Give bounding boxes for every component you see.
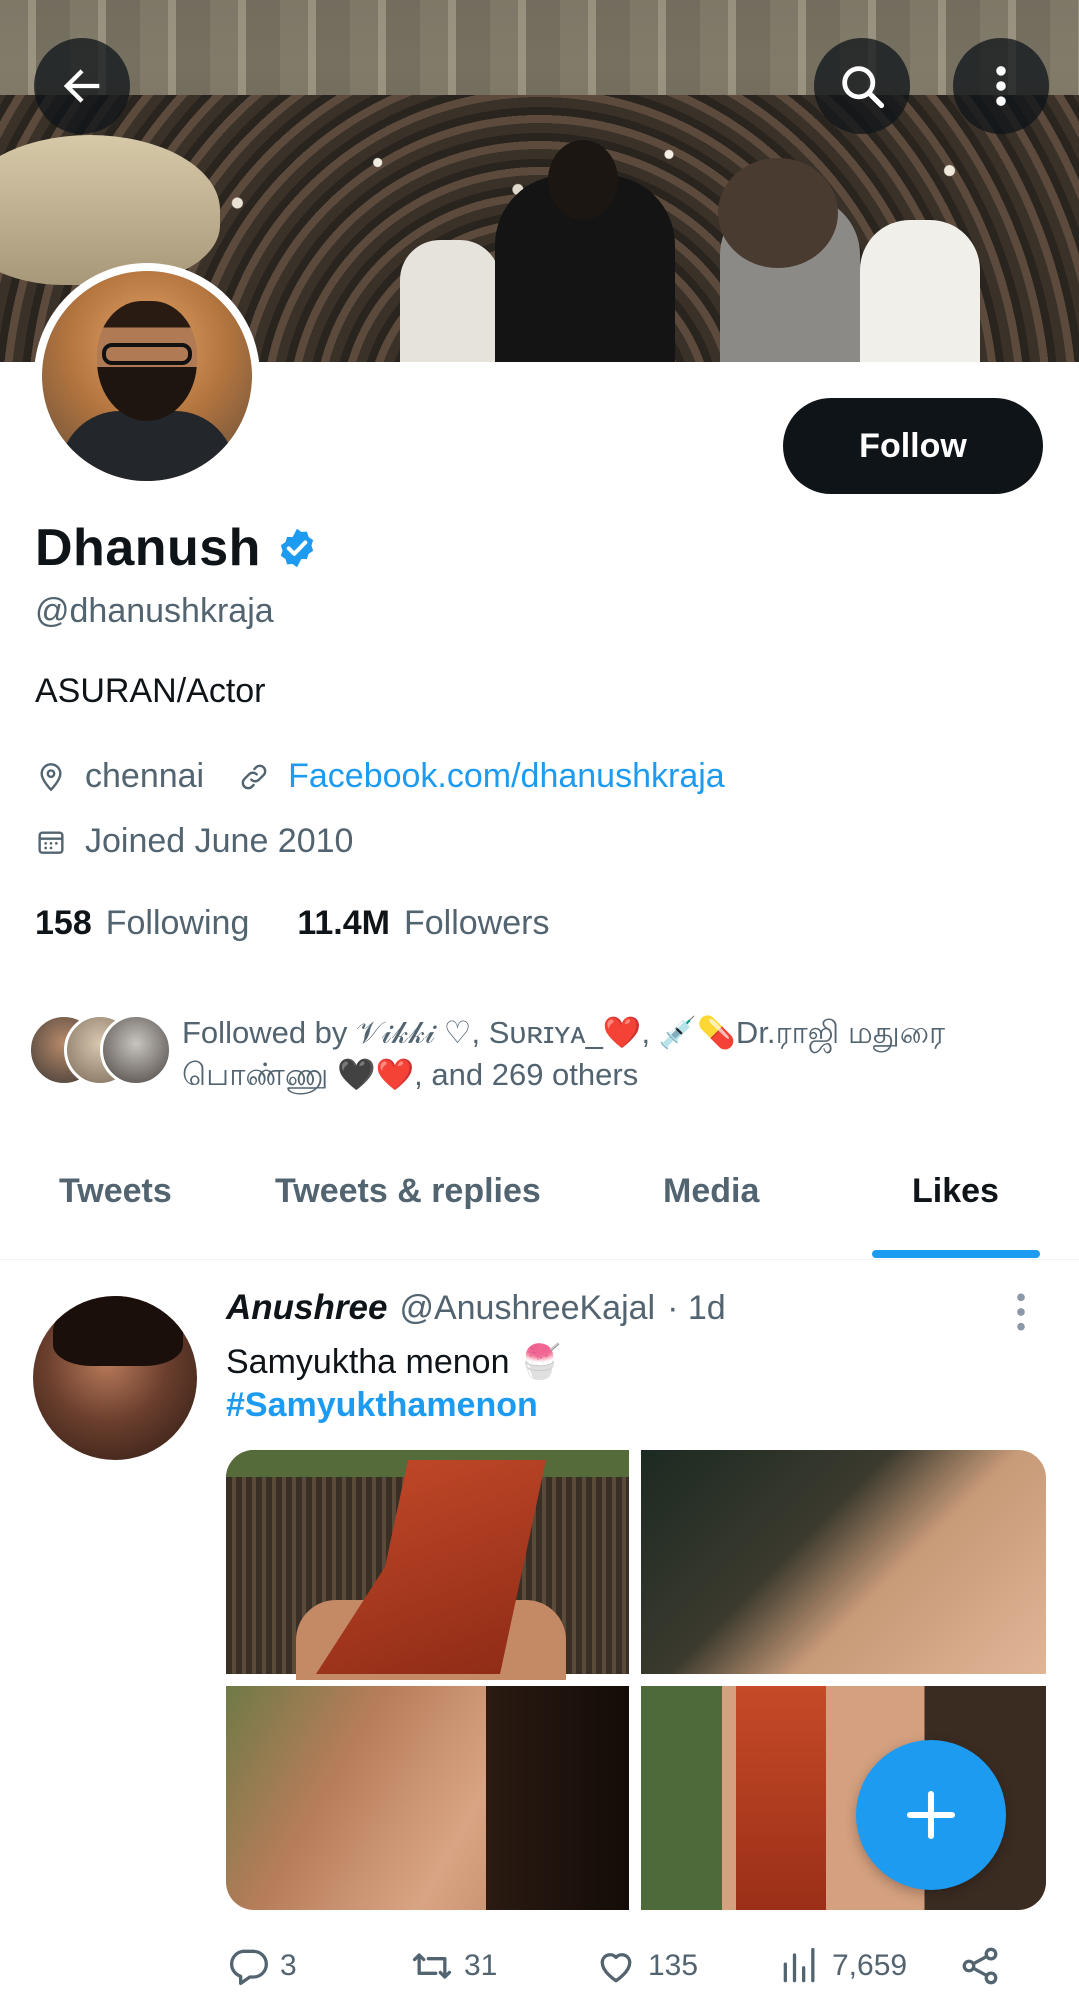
profile-handle: @dhanushkraja (35, 592, 274, 630)
profile-bio: ASURAN/Actor (35, 672, 266, 710)
back-button[interactable] (34, 38, 130, 134)
calendar-icon (38, 830, 64, 854)
tweet-author-avatar[interactable] (33, 1296, 197, 1460)
tweet-author-name[interactable]: Anushree (226, 1288, 387, 1328)
retweet-count: 31 (464, 1949, 498, 1982)
tweet-text: Samyuktha menon 🍧 (226, 1343, 562, 1381)
avatar-glasses (102, 343, 192, 365)
arrow-left-icon (63, 69, 100, 103)
profile-avatar[interactable] (34, 263, 260, 489)
followed-by-name: Sᴜʀɪʏᴀ_❤️, (488, 1015, 651, 1050)
more-vertical-icon (996, 66, 1006, 106)
more-vertical-icon (1017, 1293, 1025, 1331)
following-count: 158 (35, 904, 92, 942)
views-count: 7,659 (832, 1949, 908, 1982)
tab-tweets-and-replies[interactable]: Tweets & replies (275, 1172, 541, 1211)
like-button[interactable]: 135 (594, 1944, 698, 1988)
profile-name-row: Dhanush (35, 518, 319, 578)
followed-by-name: 𝒱𝒾𝓀𝓀𝒾 ♡, (356, 1015, 481, 1050)
search-icon (842, 66, 885, 109)
follow-button[interactable]: Follow (783, 398, 1043, 494)
banner-roof (0, 0, 1079, 100)
profile-joined-date: Joined June 2010 (85, 822, 354, 860)
avatar-photo (42, 271, 252, 481)
tweet-media-image[interactable] (226, 1686, 629, 1910)
profile-name: Dhanush (35, 519, 261, 577)
tab-tweets[interactable]: Tweets (59, 1172, 172, 1211)
tweet-author-handle[interactable]: @AnushreeKajal (399, 1289, 655, 1328)
tweet-media-image[interactable] (641, 1450, 1046, 1674)
tab-likes[interactable]: Likes (912, 1172, 999, 1211)
location-pin-icon (40, 762, 62, 791)
following-link[interactable]: 158 Following (35, 904, 249, 943)
banner-person (400, 240, 500, 362)
avatar-suit (60, 411, 235, 481)
followed-by-suffix: and 269 others (431, 1057, 639, 1092)
tweet-media-image[interactable] (226, 1450, 629, 1680)
tweet-more-button[interactable] (1006, 1290, 1036, 1334)
compose-tweet-button[interactable] (856, 1740, 1006, 1890)
banner-person-head (548, 140, 618, 220)
reply-icon (230, 1949, 268, 1986)
link-icon (241, 764, 267, 789)
reply-button[interactable]: 3 (226, 1944, 297, 1988)
bar-chart-icon (783, 1947, 815, 1983)
followers-link[interactable]: 11.4M Followers (297, 904, 549, 943)
profile-tabs: Tweets Tweets & replies Media Likes (0, 1150, 1079, 1260)
followed-by-avatars (28, 1014, 173, 1090)
reply-count: 3 (280, 1949, 297, 1982)
profile-location: chennai (85, 757, 205, 795)
profile-meta-location-row: chennai Facebook.com/dhanushkraja (35, 757, 725, 796)
tweet-timestamp[interactable]: · 1d (667, 1289, 726, 1328)
views-button[interactable]: 7,659 (778, 1944, 907, 1988)
profile-meta-joined-row: Joined June 2010 (35, 822, 353, 861)
follower-avatar (100, 1014, 172, 1086)
share-icon (962, 1947, 998, 1985)
tweet-header: Anushree @AnushreeKajal · 1d (226, 1288, 726, 1328)
followers-count: 11.4M (297, 904, 390, 942)
media-detail (736, 1686, 826, 1910)
media-detail (486, 1686, 629, 1910)
retweet-button[interactable]: 31 (410, 1944, 497, 1988)
banner-person (860, 220, 980, 362)
following-label: Following (105, 904, 250, 942)
retweet-icon (412, 1953, 452, 1979)
like-count: 135 (648, 1949, 699, 1982)
followers-label: Followers (403, 904, 550, 942)
share-button[interactable] (958, 1944, 1002, 1988)
avatar-hair (53, 1296, 183, 1366)
tab-media[interactable]: Media (663, 1172, 759, 1211)
more-options-button[interactable] (953, 38, 1049, 134)
follow-counts: 158 Following 11.4M Followers (35, 904, 549, 943)
followed-by-prefix: Followed by (182, 1015, 348, 1050)
followed-by-text: Followed by 𝒱𝒾𝓀𝓀𝒾 ♡, Sᴜʀɪʏᴀ_❤️, 💉💊Dr.ராஜ… (182, 1012, 1022, 1096)
search-button[interactable] (814, 38, 910, 134)
plus-icon (906, 1790, 956, 1840)
active-tab-indicator (872, 1250, 1040, 1258)
tweet-actions: 3 31 135 7,659 (226, 1944, 1056, 1994)
heart-icon (600, 1953, 632, 1983)
verified-badge-icon[interactable] (275, 526, 319, 570)
banner-person-head (718, 158, 838, 268)
profile-website-link[interactable]: Facebook.com/dhanushkraja (288, 757, 725, 796)
tweet-hashtag[interactable]: #Samyukthamenon (226, 1386, 538, 1425)
